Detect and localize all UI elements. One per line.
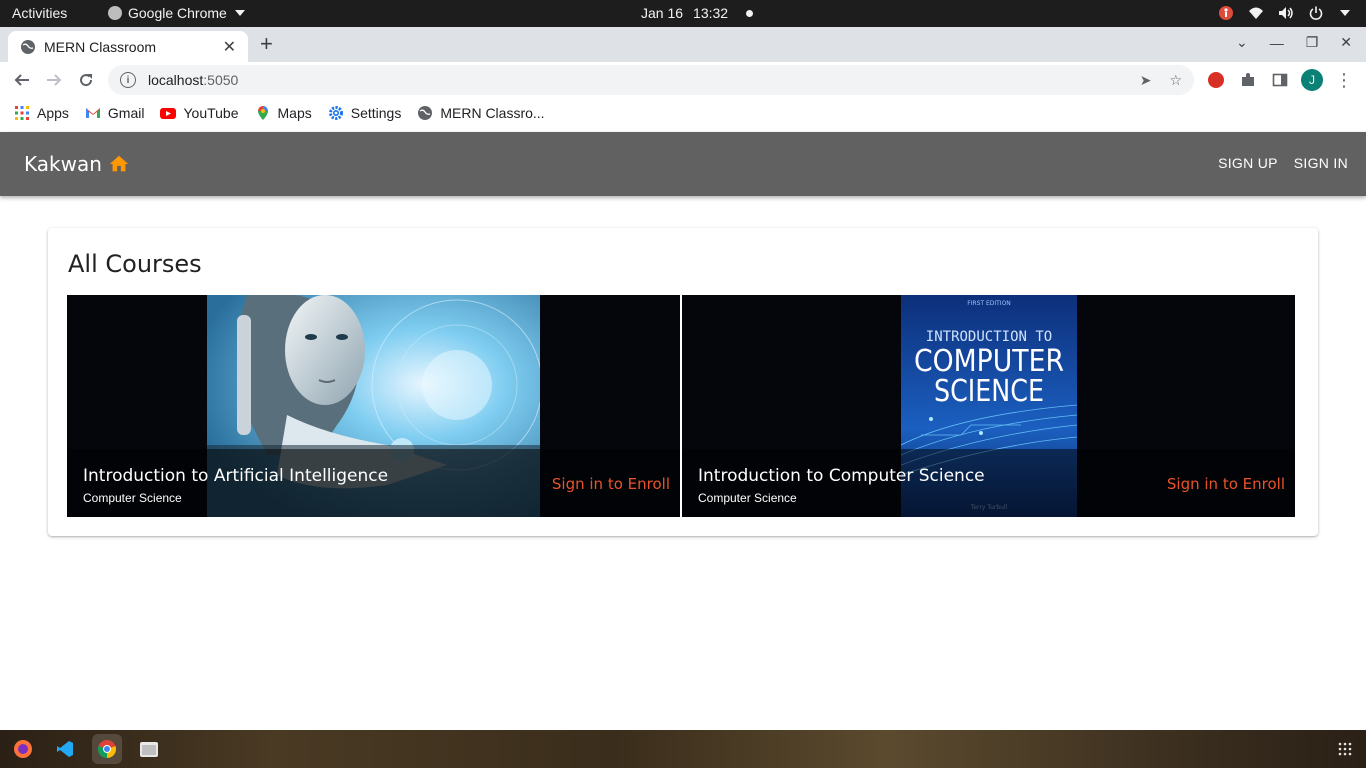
files-icon[interactable] xyxy=(134,734,164,764)
activities-button[interactable]: Activities xyxy=(12,5,67,21)
chrome-app-icon xyxy=(108,6,122,20)
auth-links: SIGN UP SIGN IN xyxy=(1218,155,1348,171)
course-title: Introduction to Artificial Intelligence xyxy=(83,466,389,486)
courses-card: All Courses Introduction to Artificial I… xyxy=(48,228,1318,536)
course-grid: Introduction to Artificial Intelligence … xyxy=(67,295,1295,517)
book-title-line3: SCIENCE xyxy=(934,374,1044,409)
minimize-icon[interactable]: — xyxy=(1270,35,1284,51)
side-panel-icon[interactable] xyxy=(1269,69,1291,91)
globe-icon xyxy=(418,106,433,120)
time-label: 13:32 xyxy=(693,5,729,21)
system-tray[interactable] xyxy=(1218,5,1350,21)
bookmark-apps[interactable]: Apps xyxy=(14,105,69,121)
accessibility-icon[interactable] xyxy=(1218,5,1234,21)
chrome-icon[interactable] xyxy=(92,734,122,764)
bookmark-label: Maps xyxy=(277,105,312,121)
site-info-icon[interactable]: i xyxy=(120,72,136,88)
chrome-menu-icon[interactable]: ⋮ xyxy=(1333,69,1355,91)
tray-caret-icon xyxy=(1340,10,1350,16)
back-icon[interactable] xyxy=(11,69,33,91)
bookmarks-bar: Apps Gmail YouTube Maps Settings MERN Cl… xyxy=(0,98,1366,128)
clock[interactable]: Jan 16 13:32 xyxy=(641,5,754,21)
notification-dot-icon xyxy=(746,9,754,17)
tab-strip: MERN Classroom ✕ + ⌄ — ❐ ✕ xyxy=(0,27,1366,62)
wifi-icon[interactable] xyxy=(1248,5,1264,21)
sign-in-link[interactable]: SIGN IN xyxy=(1294,155,1348,171)
system-top-bar: Activities Google Chrome Jan 16 13:32 xyxy=(0,0,1366,27)
bookmark-maps[interactable]: Maps xyxy=(255,105,312,121)
volume-icon[interactable] xyxy=(1278,5,1294,21)
url-host: localhost xyxy=(148,72,204,88)
send-tab-icon[interactable]: ➤ xyxy=(1140,72,1152,89)
course-category: Computer Science xyxy=(83,491,182,505)
bookmark-settings[interactable]: Settings xyxy=(328,105,402,121)
power-icon[interactable] xyxy=(1308,5,1324,21)
brand-title[interactable]: Kakwan xyxy=(24,152,102,176)
bookmark-label: MERN Classro... xyxy=(440,105,545,121)
apps-grid-icon xyxy=(15,106,29,120)
section-title: All Courses xyxy=(68,250,202,278)
bookmark-label: Apps xyxy=(37,105,69,121)
tab-title: MERN Classroom xyxy=(44,38,157,55)
bookmark-mern-classroom[interactable]: MERN Classro... xyxy=(417,105,545,121)
firefox-icon[interactable] xyxy=(8,734,38,764)
bookmark-label: YouTube xyxy=(183,105,239,121)
tab-search-icon[interactable]: ⌄ xyxy=(1236,34,1248,51)
bookmark-gmail[interactable]: Gmail xyxy=(85,105,145,121)
home-icon[interactable] xyxy=(108,153,130,175)
dropdown-caret-icon xyxy=(234,10,245,16)
vscode-icon[interactable] xyxy=(50,734,80,764)
extensions-puzzle-icon[interactable] xyxy=(1237,69,1259,91)
extension-red-icon[interactable] xyxy=(1205,69,1227,91)
gmail-icon xyxy=(85,108,100,118)
settings-gear-icon xyxy=(328,106,343,120)
close-window-icon[interactable]: ✕ xyxy=(1340,34,1352,51)
course-category: Computer Science xyxy=(698,491,797,505)
sign-in-to-enroll-link[interactable]: Sign in to Enroll xyxy=(552,475,670,493)
bookmark-star-icon[interactable]: ☆ xyxy=(1169,72,1182,89)
app-menu-label: Google Chrome xyxy=(128,5,227,21)
new-tab-button[interactable]: + xyxy=(260,33,273,55)
course-tile[interactable]: FIRST EDITION INTRODUCTION TO COMPUTER S… xyxy=(682,295,1295,517)
window-controls: ⌄ — ❐ ✕ xyxy=(1236,34,1352,51)
bookmark-youtube[interactable]: YouTube xyxy=(160,105,239,121)
app-navbar: Kakwan SIGN UP SIGN IN xyxy=(0,132,1366,196)
bookmark-label: Settings xyxy=(350,105,402,121)
book-edition-text: FIRST EDITION xyxy=(967,300,1011,307)
book-title-line1: INTRODUCTION TO xyxy=(926,329,1052,345)
sign-in-to-enroll-link[interactable]: Sign in to Enroll xyxy=(1167,475,1285,493)
reload-icon[interactable] xyxy=(75,69,97,91)
tab-mern-classroom[interactable]: MERN Classroom ✕ xyxy=(8,31,248,62)
close-tab-icon[interactable]: ✕ xyxy=(223,37,236,57)
course-title: Introduction to Computer Science xyxy=(698,466,985,486)
url-port: :5050 xyxy=(203,72,239,88)
app-menu[interactable]: Google Chrome xyxy=(108,5,245,21)
maps-icon xyxy=(257,106,268,120)
profile-avatar[interactable]: J xyxy=(1301,69,1323,91)
date-label: Jan 16 xyxy=(641,5,684,21)
browser-toolbar: i localhost:5050 ➤ ☆ J ⋮ xyxy=(0,62,1366,98)
restore-icon[interactable]: ❐ xyxy=(1306,34,1319,51)
sign-up-link[interactable]: SIGN UP xyxy=(1218,155,1278,171)
youtube-icon xyxy=(160,108,177,119)
taskbar-dock xyxy=(0,730,1366,768)
forward-icon[interactable] xyxy=(43,69,65,91)
show-applications-icon[interactable] xyxy=(1338,742,1352,761)
globe-icon xyxy=(21,39,35,54)
bookmark-label: Gmail xyxy=(107,105,145,121)
address-bar[interactable]: i localhost:5050 ➤ ☆ xyxy=(108,65,1194,95)
course-tile[interactable]: Introduction to Artificial Intelligence … xyxy=(67,295,680,517)
